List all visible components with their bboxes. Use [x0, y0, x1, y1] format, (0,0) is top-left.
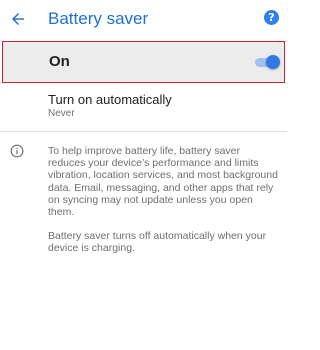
help-icon[interactable]: ? — [264, 10, 279, 25]
app-bar: Battery saver ? — [0, 0, 287, 38]
back-button[interactable] — [5, 6, 31, 32]
turn-on-automatically-setting[interactable]: Turn on automatically Never — [0, 85, 287, 129]
info-paragraph: To help improve battery life, battery sa… — [48, 145, 278, 219]
info-text: To help improve battery life, battery sa… — [48, 145, 280, 267]
master-switch-label: On — [49, 53, 70, 70]
setting-title: Turn on automatically — [48, 92, 172, 107]
arrow-back-icon — [12, 13, 24, 25]
master-switch-row[interactable]: On — [2, 41, 285, 83]
divider — [0, 131, 287, 132]
toggle-thumb — [266, 55, 280, 69]
info-icon — [10, 144, 24, 158]
battery-saver-toggle[interactable] — [255, 54, 280, 70]
setting-summary: Never — [48, 108, 75, 119]
info-paragraph: Battery saver turns off automatically wh… — [48, 230, 267, 255]
page-title: Battery saver — [48, 9, 149, 28]
